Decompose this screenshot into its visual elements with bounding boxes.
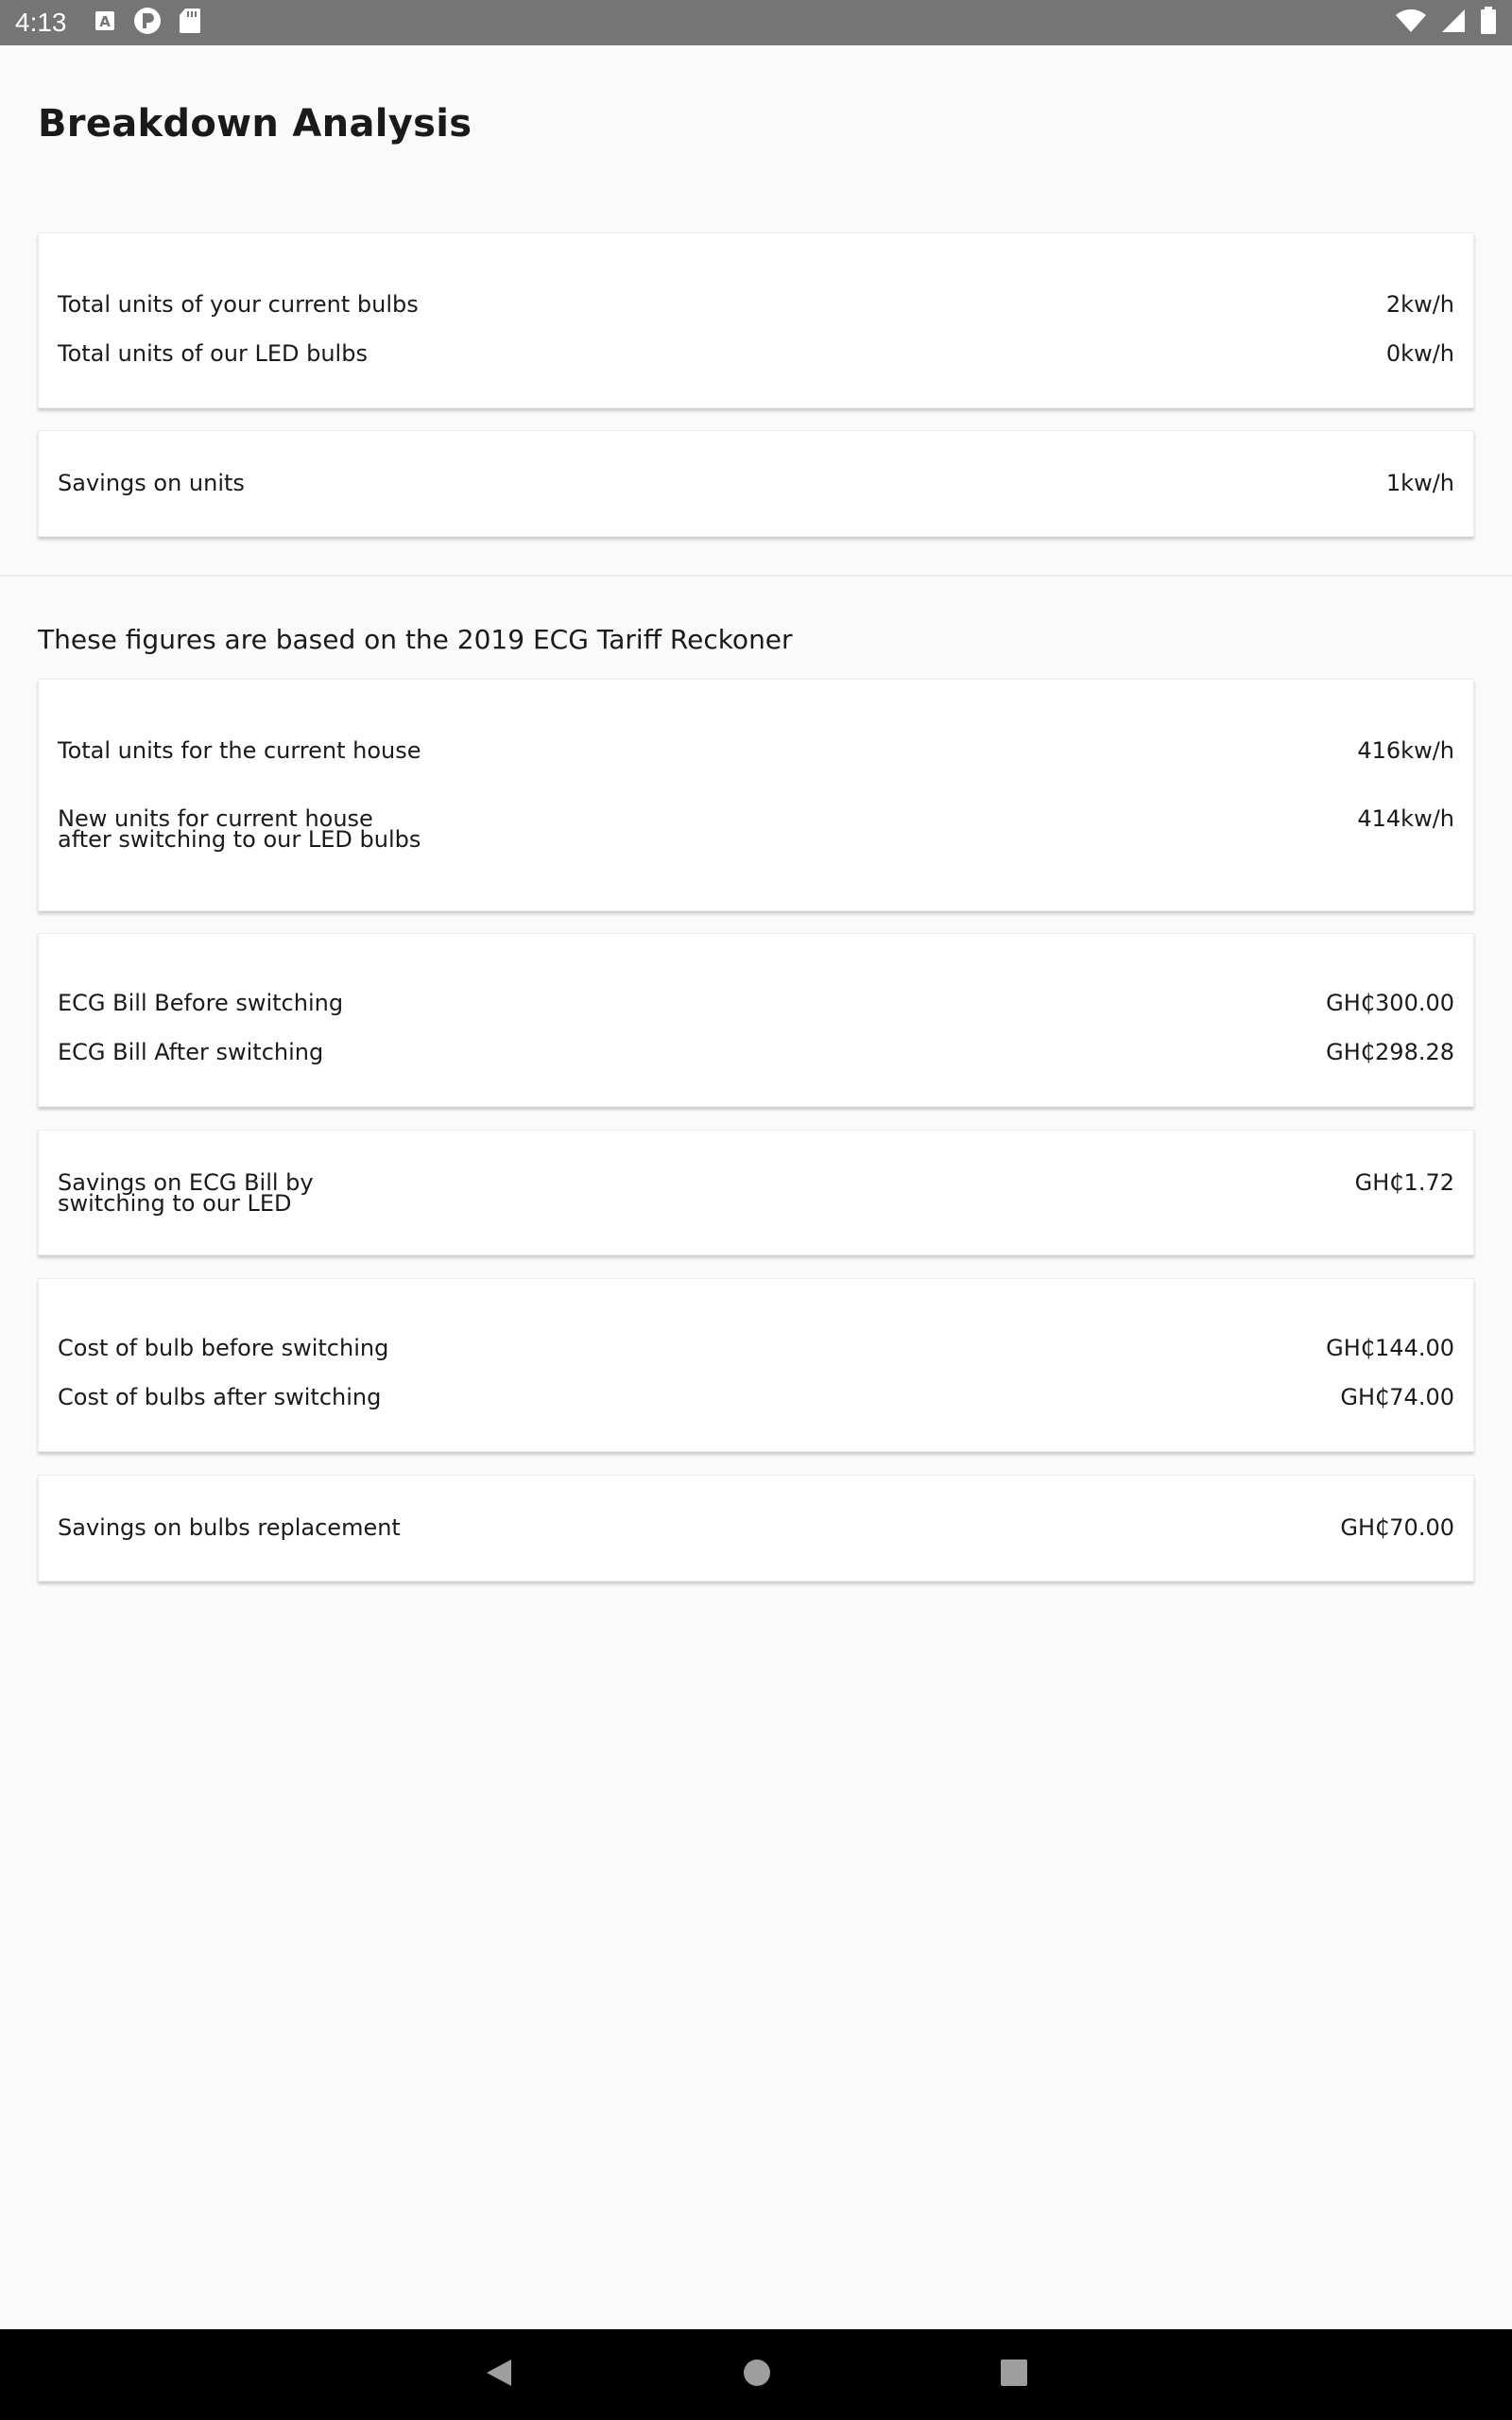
bulb-units-card: Total units of your current bulbs 2kw/h …: [38, 233, 1474, 408]
new-house-units-row: New units for current house after switch…: [58, 805, 1454, 853]
row-label: Savings on bulbs replacement: [58, 1514, 401, 1541]
row-value: 1kw/h: [1385, 470, 1454, 496]
row-label: Total units of our LED bulbs: [58, 340, 368, 367]
row-value: GH₵144.00: [1326, 1335, 1454, 1361]
row-value: 0kw/h: [1385, 340, 1454, 367]
current-bulbs-units-row: Total units of your current bulbs 2kw/h: [58, 291, 1454, 318]
led-bulbs-units-row: Total units of our LED bulbs 0kw/h: [58, 340, 1454, 367]
bill-savings-card: Savings on ECG Bill by switching to our …: [38, 1130, 1474, 1255]
wifi-icon: [1395, 8, 1427, 38]
row-value: GH₵74.00: [1340, 1384, 1454, 1410]
row-label: ECG Bill Before switching: [58, 990, 344, 1016]
bill-after-row: ECG Bill After switching GH₵298.28: [58, 1039, 1454, 1065]
row-value: GH₵1.72: [1354, 1169, 1454, 1196]
svg-text:A: A: [99, 13, 111, 30]
row-label: Cost of bulb before switching: [58, 1335, 389, 1361]
row-label: ECG Bill After switching: [58, 1039, 324, 1065]
tariff-note: These figures are based on the 2019 ECG …: [38, 624, 793, 655]
p-notification-icon: [133, 7, 162, 39]
cell-signal-icon: [1440, 8, 1467, 38]
back-icon[interactable]: [483, 2357, 515, 2393]
a-notification-icon: A: [94, 9, 116, 36]
recents-icon[interactable]: [999, 2358, 1029, 2392]
row-value: GH₵300.00: [1326, 990, 1454, 1016]
row-value: 416kw/h: [1357, 737, 1454, 764]
ecg-bill-card: ECG Bill Before switching GH₵300.00 ECG …: [38, 933, 1474, 1107]
unit-savings-card: Savings on units 1kw/h: [38, 430, 1474, 537]
battery-icon: [1480, 7, 1497, 39]
bill-before-row: ECG Bill Before switching GH₵300.00: [58, 990, 1454, 1016]
bulb-cost-before-row: Cost of bulb before switching GH₵144.00: [58, 1335, 1454, 1361]
status-left: 4:13 A: [15, 7, 201, 39]
bill-savings-row: Savings on ECG Bill by switching to our …: [58, 1169, 1454, 1217]
navigation-bar: [0, 2329, 1512, 2420]
savings-on-units-row: Savings on units 1kw/h: [58, 470, 1454, 496]
section-divider: [0, 575, 1512, 577]
row-label: New units for current house after switch…: [58, 805, 421, 853]
status-time: 4:13: [15, 8, 67, 37]
replacement-savings-row: Savings on bulbs replacement GH₵70.00: [58, 1514, 1454, 1541]
house-units-card: Total units for the current house 416kw/…: [38, 679, 1474, 911]
status-right: [1395, 7, 1497, 39]
row-label: Savings on ECG Bill by switching to our …: [58, 1169, 314, 1217]
row-value: 2kw/h: [1385, 291, 1454, 318]
row-label: Total units of your current bulbs: [58, 291, 419, 318]
current-house-units-row: Total units for the current house 416kw/…: [58, 737, 1454, 764]
page-title: Breakdown Analysis: [38, 102, 472, 146]
row-label: Cost of bulbs after switching: [58, 1384, 382, 1410]
row-value: GH₵298.28: [1326, 1039, 1454, 1065]
row-value: GH₵70.00: [1340, 1514, 1454, 1541]
status-bar: 4:13 A: [0, 0, 1512, 45]
replacement-savings-card: Savings on bulbs replacement GH₵70.00: [38, 1475, 1474, 1582]
bulb-cost-after-row: Cost of bulbs after switching GH₵74.00: [58, 1384, 1454, 1410]
sd-card-icon: [179, 8, 201, 38]
home-icon[interactable]: [742, 2358, 772, 2392]
row-value: 414kw/h: [1357, 805, 1454, 832]
row-label: Savings on units: [58, 470, 245, 496]
bulb-cost-card: Cost of bulb before switching GH₵144.00 …: [38, 1278, 1474, 1452]
row-label: Total units for the current house: [58, 737, 421, 764]
